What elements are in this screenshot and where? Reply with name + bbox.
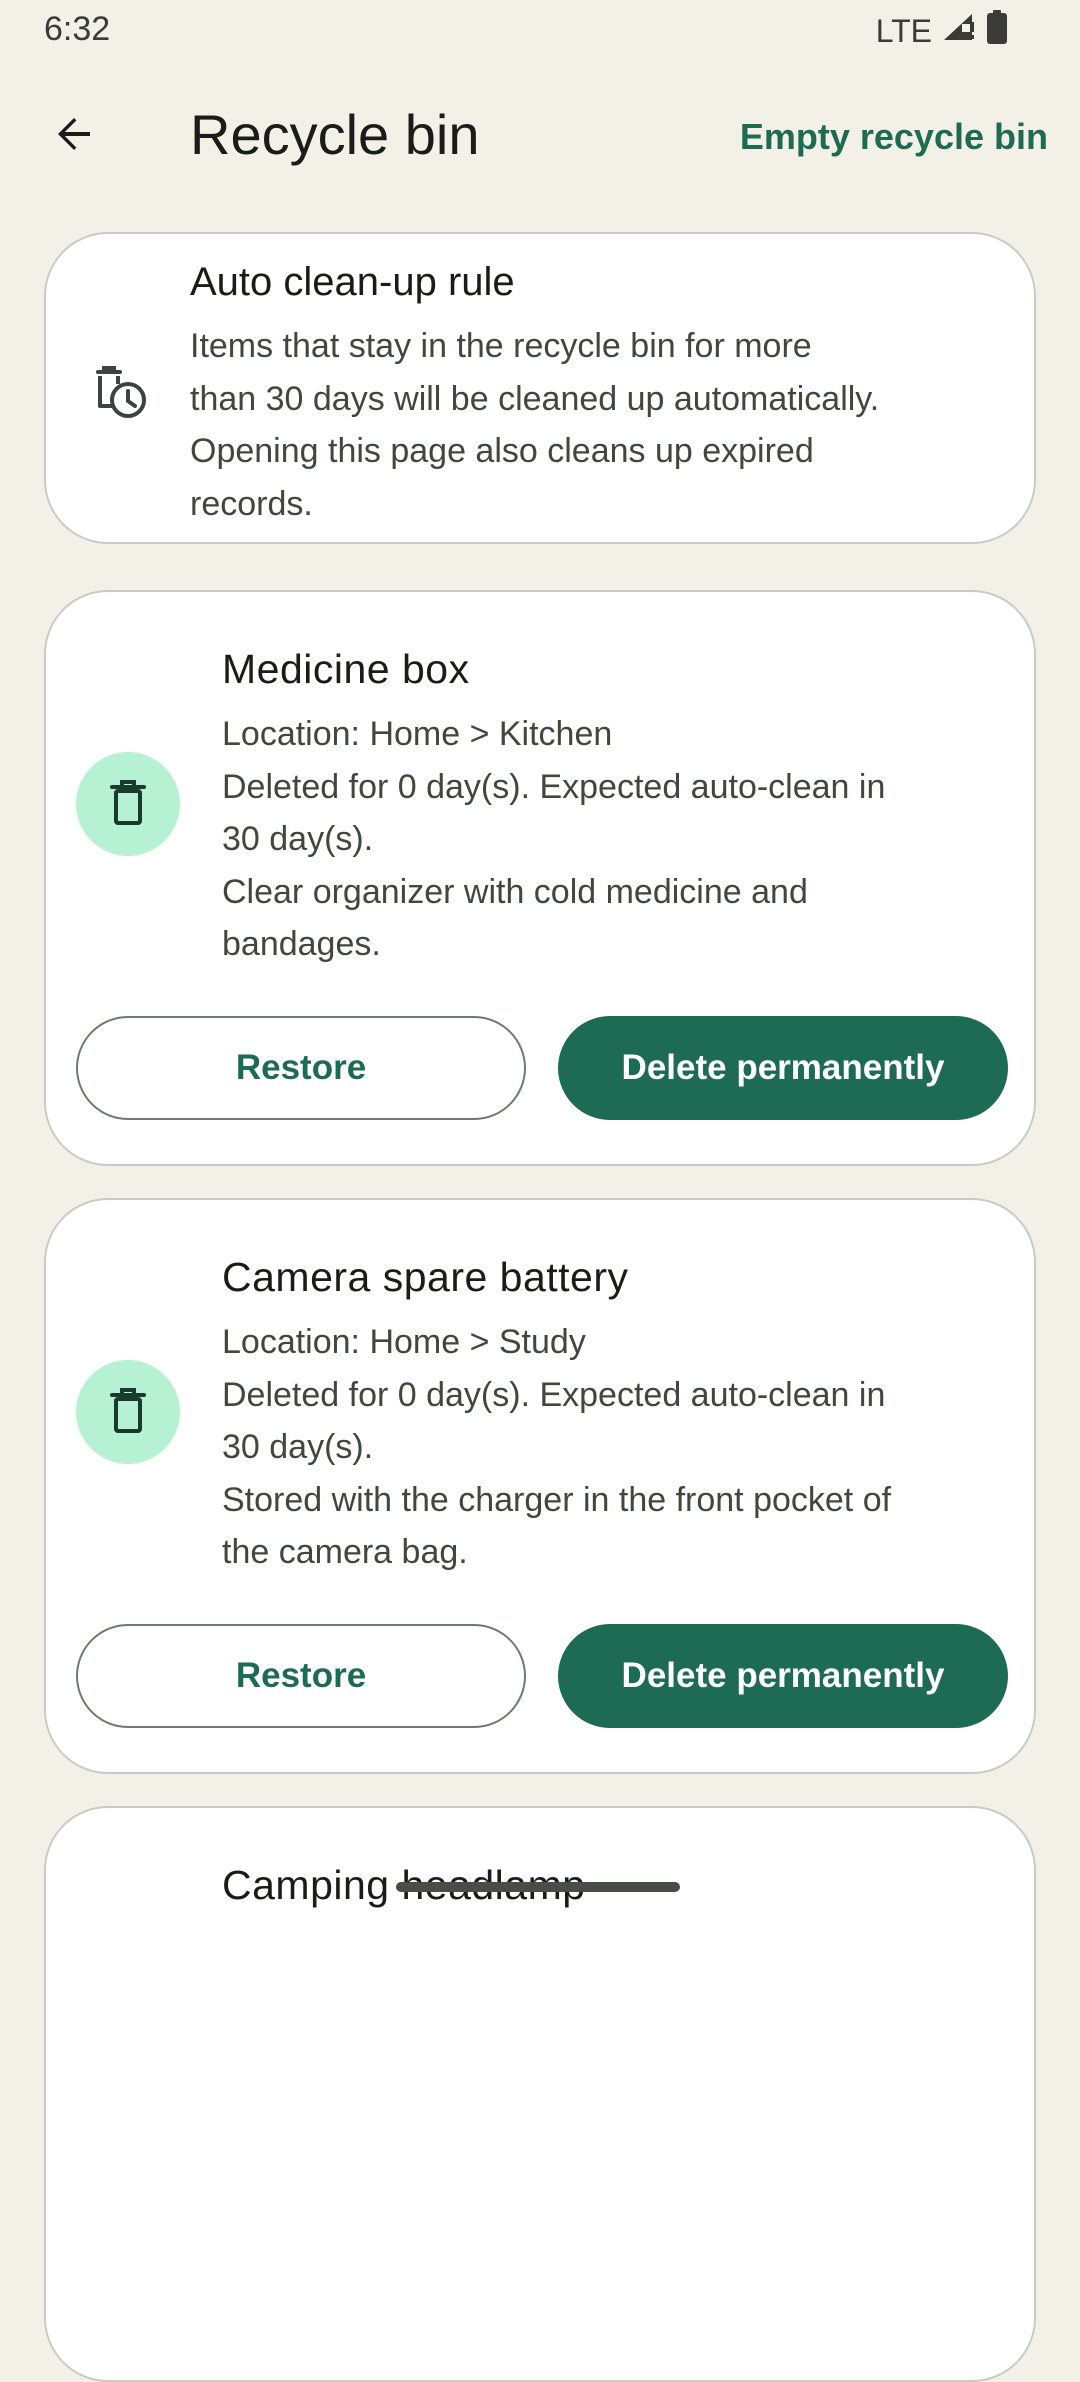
- delete-permanently-button[interactable]: Delete permanently: [558, 1624, 1008, 1728]
- item-deleted-info: 30 day(s).: [222, 1428, 374, 1466]
- trash-icon: [106, 777, 150, 832]
- restore-button[interactable]: Restore: [76, 1624, 526, 1728]
- item-note: Stored with the charger in the front poc…: [222, 1480, 892, 1519]
- info-line: records.: [190, 484, 313, 523]
- empty-recycle-bin-button[interactable]: Empty recycle bin: [740, 116, 1048, 158]
- status-bar: 6:32 LTE: [0, 0, 1080, 62]
- recycle-item-card: Camera spare battery Location: Home > St…: [44, 1198, 1036, 1774]
- item-deleted-info: Deleted for 0 day(s). Expected auto-clea…: [222, 767, 886, 806]
- trash-clock-icon: [86, 358, 150, 422]
- app-bar: Recycle bin Empty recycle bin: [0, 62, 1080, 210]
- info-description: Items that stay in the recycle bin for m…: [190, 320, 1010, 530]
- info-line: Items that stay in the recycle bin for m…: [190, 327, 812, 365]
- delete-permanently-button[interactable]: Delete permanently: [558, 1016, 1008, 1120]
- item-icon-circle: [76, 752, 180, 856]
- info-title: Auto clean-up rule: [190, 260, 515, 304]
- recycle-item-card: Medicine box Location: Home > Kitchen De…: [44, 590, 1036, 1166]
- item-details: Location: Home > Study Deleted for 0 day…: [222, 1316, 1012, 1579]
- item-note: bandages.: [222, 925, 381, 963]
- item-note: Clear organizer with cold medicine and: [222, 872, 808, 911]
- item-title: Camera spare battery: [222, 1254, 629, 1300]
- status-time: 6:32: [44, 10, 111, 48]
- item-details: Location: Home > Kitchen Deleted for 0 d…: [222, 708, 1012, 971]
- battery-icon: [986, 10, 1008, 52]
- item-deleted-info: Deleted for 0 day(s). Expected auto-clea…: [222, 1375, 886, 1414]
- item-deleted-info: 30 day(s).: [222, 820, 374, 858]
- item-title: Medicine box: [222, 646, 470, 692]
- info-line: Opening this page also cleans up expired: [190, 432, 814, 470]
- item-location: Location: Home > Study: [222, 1323, 586, 1361]
- restore-button[interactable]: Restore: [76, 1016, 526, 1120]
- page-title: Recycle bin: [190, 103, 480, 166]
- gesture-nav-handle[interactable]: [396, 1882, 680, 1892]
- trash-icon: [106, 1385, 150, 1440]
- recycle-item-card: Camping headlamp: [44, 1806, 1036, 2382]
- back-button[interactable]: [44, 106, 104, 166]
- arrow-back-icon: [50, 110, 98, 163]
- status-indicators: LTE: [876, 10, 1008, 52]
- item-icon-circle: [76, 1360, 180, 1464]
- auto-cleanup-rule-card: Auto clean-up rule Items that stay in th…: [44, 232, 1036, 544]
- signal-icon: [942, 12, 976, 50]
- info-line: than 30 days will be cleaned up automati…: [190, 379, 880, 418]
- network-type: LTE: [875, 12, 932, 49]
- item-location: Location: Home > Kitchen: [222, 715, 613, 753]
- item-note: the camera bag.: [222, 1533, 468, 1571]
